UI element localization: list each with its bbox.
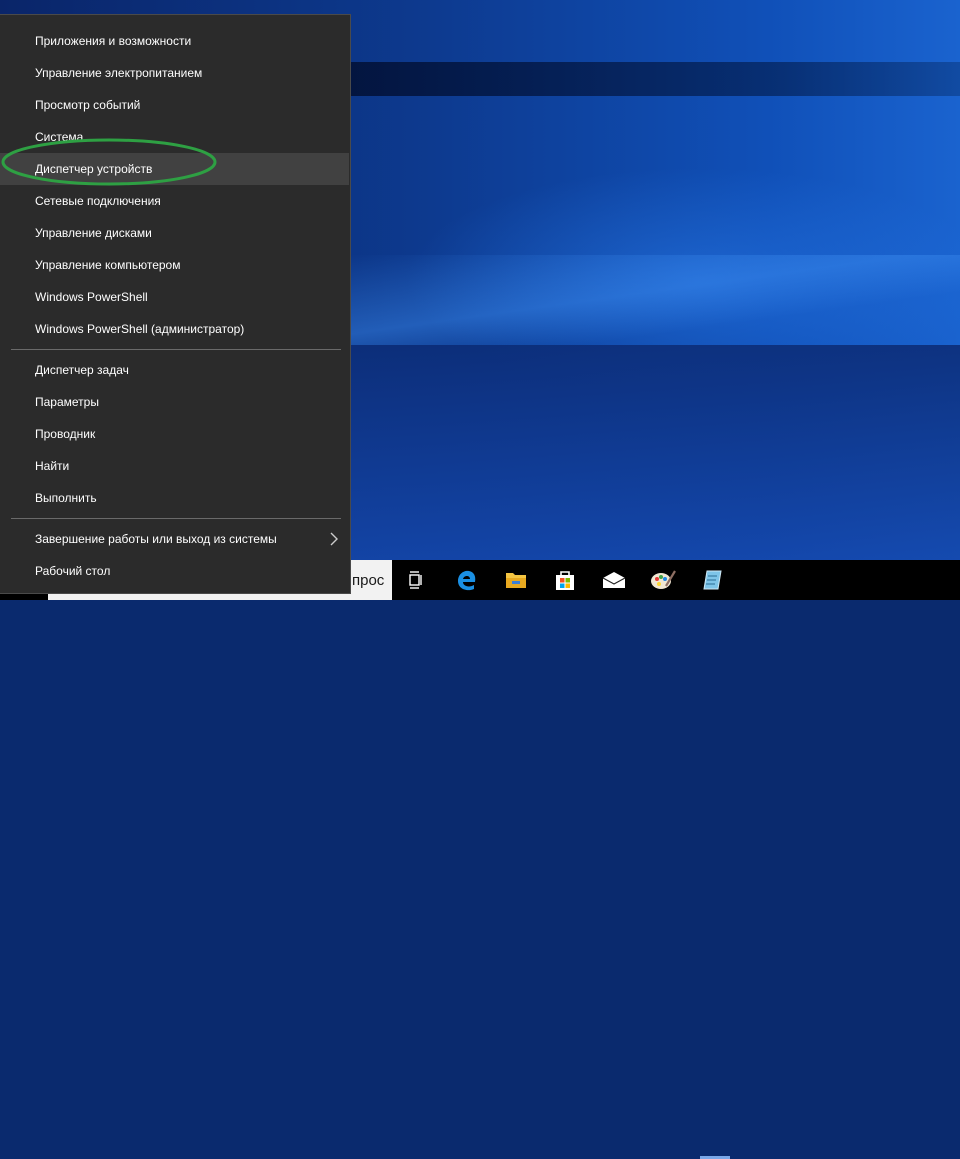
menu-divider: [11, 518, 341, 519]
menu-item-label: Просмотр событий: [35, 98, 141, 112]
menu-item-shutdown-signout[interactable]: Завершение работы или выход из системы: [0, 523, 349, 555]
menu-item-label: Управление электропитанием: [35, 66, 203, 80]
menu-item-powershell[interactable]: Windows PowerShell: [0, 281, 349, 313]
menu-item-device-manager[interactable]: Диспетчер устройств: [0, 153, 349, 185]
menu-item-power-options[interactable]: Управление электропитанием: [0, 57, 349, 89]
menu-item-network-connections[interactable]: Сетевые подключения: [0, 185, 349, 217]
menu-item-label: Управление дисками: [35, 226, 152, 240]
menu-item-disk-management[interactable]: Управление дисками: [0, 217, 349, 249]
menu-item-label: Сетевые подключения: [35, 194, 161, 208]
notepad-icon[interactable]: [699, 566, 727, 594]
wallpaper-light-beam: [350, 255, 960, 345]
menu-item-label: Система: [35, 130, 84, 144]
menu-item-label: Диспетчер задач: [35, 363, 129, 377]
menu-item-label: Приложения и возможности: [35, 34, 192, 48]
menu-item-label: Найти: [35, 459, 70, 473]
file-explorer-icon[interactable]: [502, 566, 530, 594]
menu-item-apps-features[interactable]: Приложения и возможности: [0, 25, 349, 57]
menu-item-label: Параметры: [35, 395, 99, 409]
menu-item-label: Windows PowerShell (администратор): [35, 322, 245, 336]
menu-item-run[interactable]: Выполнить: [0, 482, 349, 514]
task-view-icon[interactable]: [403, 566, 431, 594]
menu-item-event-viewer[interactable]: Просмотр событий: [0, 89, 349, 121]
menu-item-computer-management[interactable]: Управление компьютером: [0, 249, 349, 281]
edge-icon[interactable]: [453, 566, 481, 594]
menu-item-label: Диспетчер устройств: [35, 162, 153, 176]
menu-item-label: Проводник: [35, 427, 96, 441]
menu-item-label: Завершение работы или выход из системы: [35, 532, 277, 546]
wallpaper-floor: [350, 345, 960, 560]
taskbar-search-text[interactable]: прос: [352, 572, 384, 589]
menu-item-label: Windows PowerShell: [35, 290, 148, 304]
menu-item-label: Управление компьютером: [35, 258, 181, 272]
chevron-right-icon: [330, 532, 338, 546]
menu-item-task-manager[interactable]: Диспетчер задач: [0, 354, 349, 386]
menu-item-file-explorer[interactable]: Проводник: [0, 418, 349, 450]
menu-item-system[interactable]: Система: [0, 121, 349, 153]
menu-item-desktop[interactable]: Рабочий стол: [0, 555, 349, 587]
menu-item-search[interactable]: Найти: [0, 450, 349, 482]
menu-divider: [11, 349, 341, 350]
paint-icon[interactable]: [649, 566, 677, 594]
power-user-menu: Приложения и возможности Управление элек…: [0, 14, 351, 594]
menu-item-settings[interactable]: Параметры: [0, 386, 349, 418]
wallpaper-band: [350, 62, 960, 96]
mail-icon[interactable]: [600, 566, 628, 594]
menu-item-powershell-admin[interactable]: Windows PowerShell (администратор): [0, 313, 349, 345]
store-icon[interactable]: [551, 566, 579, 594]
menu-item-label: Выполнить: [35, 491, 97, 505]
menu-item-label: Рабочий стол: [35, 564, 111, 578]
